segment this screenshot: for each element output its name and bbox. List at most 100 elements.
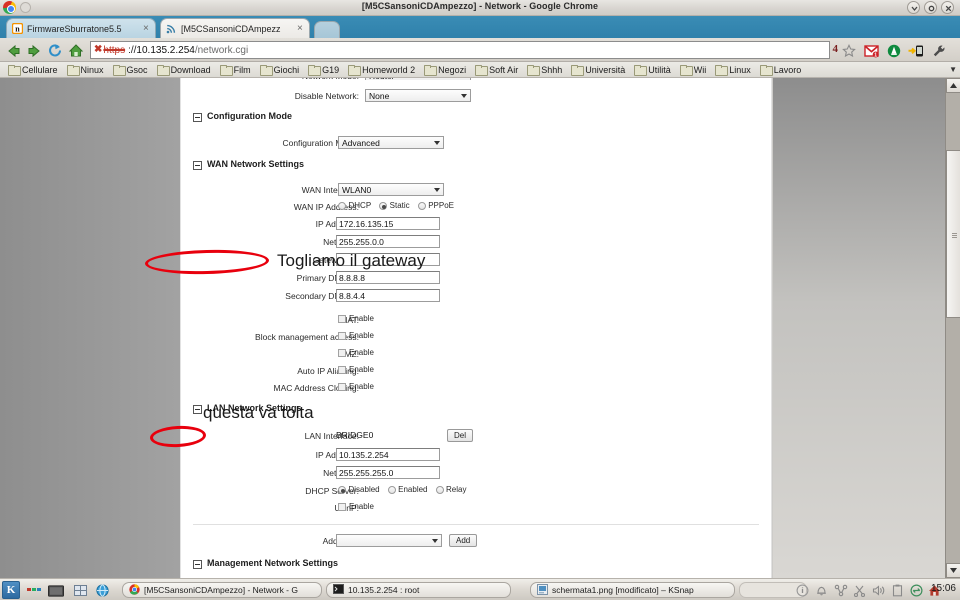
wan-netmask-input[interactable]: 255.255.0.0: [336, 235, 440, 248]
quicklaunch-terminal-icon[interactable]: [48, 584, 64, 597]
bookmark-label: Shhh: [541, 64, 563, 75]
add-lan-button[interactable]: Add: [449, 534, 478, 547]
bookmark-item[interactable]: Negozi: [420, 65, 470, 76]
folder-icon: [112, 65, 126, 76]
scissors-icon[interactable]: [852, 583, 867, 598]
reload-arrow-icon[interactable]: [46, 42, 64, 59]
quicklaunch-browser-globe-icon[interactable]: [94, 584, 110, 597]
collapse-toggle-icon[interactable]: [193, 405, 202, 414]
star-icon[interactable]: [840, 42, 857, 59]
taskbar-window-ksnapshot[interactable]: schermata1.png [modificato] – KSnap: [530, 582, 735, 598]
bookmark-item[interactable]: Lavoro: [756, 65, 806, 76]
bookmark-item[interactable]: Download: [153, 65, 215, 76]
annotation-lan-text: questa va tolta: [203, 403, 314, 422]
checkbox-label: Enable: [349, 365, 374, 374]
lan-interface-del-button[interactable]: Del: [447, 429, 474, 442]
taskbar-window-terminal[interactable]: 10.135.2.254 : root: [326, 582, 511, 598]
wan-primary-dns-input[interactable]: 8.8.8.8: [336, 271, 440, 284]
wan-ip-mode-option-static[interactable]: Static: [379, 201, 410, 210]
bookmark-item[interactable]: Gsoc: [109, 65, 152, 76]
insecure-https-badge-icon[interactable]: ✖ https: [94, 45, 125, 56]
scrollbar-thumb[interactable]: [946, 150, 960, 318]
collapse-toggle-icon[interactable]: [193, 161, 202, 170]
sync-icon[interactable]: [909, 583, 924, 598]
window-maximize-button[interactable]: [924, 1, 937, 14]
bookmark-item[interactable]: Linux: [711, 65, 755, 76]
bookmarks-overflow-icon[interactable]: ▼: [949, 65, 957, 74]
dhcp-server-option-disabled[interactable]: Disabled: [338, 485, 380, 494]
collapse-toggle-icon[interactable]: [193, 560, 202, 569]
new-tab-button[interactable]: [314, 21, 340, 38]
wan-interface-select[interactable]: WLAN0: [338, 183, 444, 196]
mac-address-cloning-checkbox-row[interactable]: Enable: [338, 382, 374, 391]
section-configuration-mode[interactable]: Configuration Mode: [193, 111, 759, 127]
bookmark-item[interactable]: Shhh: [523, 64, 566, 76]
network-icon[interactable]: [833, 583, 848, 598]
add-lan-select[interactable]: [336, 534, 442, 547]
wan-ip-mode-option-pppoe[interactable]: PPPoE: [417, 201, 454, 210]
bookmark-item[interactable]: Homeworld 2: [344, 65, 419, 76]
home-house-icon[interactable]: [67, 42, 85, 59]
browser-tab-0-close-icon[interactable]: ×: [143, 23, 151, 34]
dhcp-server-option-enabled[interactable]: Enabled: [387, 485, 428, 494]
bookmark-item[interactable]: Giochi: [256, 65, 304, 76]
disable-network-select[interactable]: None: [365, 89, 471, 102]
scroll-down-arrow-icon[interactable]: [946, 563, 960, 578]
window-close-button[interactable]: [941, 1, 954, 14]
window-minimize-button[interactable]: [907, 1, 920, 14]
address-bar[interactable]: ✖ https ://10.135.2.254/network.cgi: [90, 41, 830, 59]
quicklaunch-pager-icon[interactable]: [72, 584, 88, 597]
bookmark-item[interactable]: Wii: [676, 65, 711, 76]
vlc-icon[interactable]: [885, 42, 902, 59]
forward-arrow-icon[interactable]: [25, 42, 43, 59]
quicklaunch-show-desktop-icon[interactable]: [26, 584, 42, 597]
scroll-up-arrow-icon[interactable]: [946, 78, 960, 93]
disable-network-label: Disable Network:: [294, 91, 359, 101]
info-icon[interactable]: [795, 583, 810, 598]
browser-tab-0[interactable]: n FirmwareSburratone5.5 ×: [6, 18, 156, 38]
bell-icon[interactable]: [814, 583, 829, 598]
dmz-checkbox-row[interactable]: Enable: [338, 348, 374, 357]
nat-checkbox-row[interactable]: Enable: [338, 314, 374, 323]
wan-ip-address-input[interactable]: 172.16.135.15: [336, 217, 440, 230]
bookmark-item[interactable]: Cellulare: [4, 65, 62, 76]
upnp-checkbox-row[interactable]: Enable: [338, 502, 374, 511]
network-mode-select[interactable]: Router: [365, 78, 471, 80]
svg-text:1: 1: [874, 52, 877, 58]
window-title: [M5CSansoniCDAmpezzo] - Network - Google…: [361, 1, 599, 11]
page-scrollbar[interactable]: [945, 78, 960, 578]
bookmark-item[interactable]: G19: [304, 65, 343, 76]
clipboard-icon[interactable]: [890, 583, 905, 598]
gmail-icon[interactable]: 1: [863, 42, 880, 59]
section-wan-network-settings[interactable]: WAN Network Settings: [193, 159, 759, 175]
auto-ip-aliasing-checkbox-row[interactable]: Enable: [338, 365, 374, 374]
taskbar-window-chrome[interactable]: [M5CSansoniCDAmpezzo] - Network - G: [122, 582, 322, 598]
wrench-icon[interactable]: [930, 42, 947, 59]
bookmark-item[interactable]: Soft Air: [471, 65, 522, 76]
dhcp-server-option-relay[interactable]: Relay: [435, 485, 466, 494]
bookmark-item[interactable]: Università: [567, 65, 629, 76]
lan-netmask-input[interactable]: 255.255.255.0: [336, 466, 440, 479]
bookmark-item[interactable]: Ninux: [63, 65, 108, 76]
terminal-taskbar-icon: [333, 584, 344, 596]
browser-tab-1-close-icon[interactable]: ×: [297, 23, 305, 34]
kde-menu-button[interactable]: K: [2, 581, 20, 599]
back-arrow-icon[interactable]: [5, 42, 23, 59]
volume-icon[interactable]: [871, 583, 886, 598]
folder-icon: [156, 65, 170, 76]
dhcp-server-radiogroup: Disabled Enabled Relay: [338, 485, 471, 494]
browser-tab-1[interactable]: [M5CSansoniCDAmpezz ×: [160, 18, 310, 38]
section-management-network-settings[interactable]: Management Network Settings: [193, 558, 759, 574]
lan-ip-address-input[interactable]: 10.135.2.254: [336, 448, 440, 461]
configuration-mode-select[interactable]: Advanced: [338, 136, 444, 149]
wan-ip-mode-option-dhcp[interactable]: DHCP: [338, 201, 371, 210]
phone-sync-icon[interactable]: [907, 42, 924, 59]
folder-icon: [348, 65, 362, 76]
radio-icon: [338, 201, 346, 210]
block-management-access-checkbox-row[interactable]: Enable: [338, 331, 374, 340]
wan-secondary-dns-input[interactable]: 8.8.4.4: [336, 289, 440, 302]
bookmark-item[interactable]: Utilità: [630, 65, 675, 76]
url-text: ://10.135.2.254/network.cgi: [128, 45, 248, 56]
collapse-toggle-icon[interactable]: [193, 113, 202, 122]
bookmark-item[interactable]: Film: [216, 65, 255, 76]
